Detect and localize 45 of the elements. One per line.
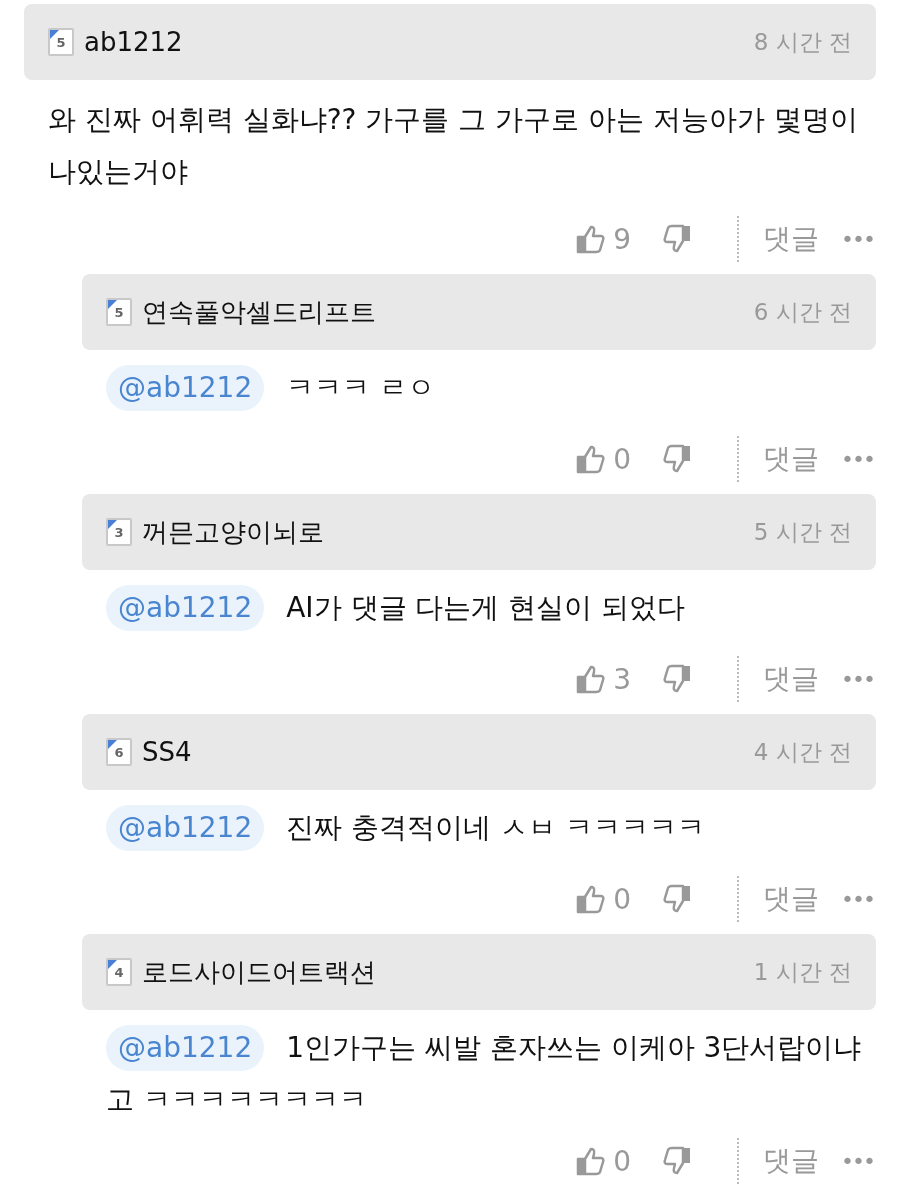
thumbs-up-icon[interactable]	[575, 223, 608, 255]
reply-button[interactable]: 댓글	[763, 880, 820, 918]
timestamp: 5 시간 전	[753, 517, 852, 547]
mention-tag[interactable]: @ab1212	[106, 1025, 265, 1071]
thumbs-up-icon[interactable]	[575, 443, 608, 475]
mention-tag[interactable]: @ab1212	[106, 365, 265, 411]
like-count: 3	[613, 662, 632, 696]
comment-text: ㅋㅋㅋ ㄹㅇ	[286, 371, 436, 404]
thumbs-up-icon[interactable]	[575, 1145, 608, 1177]
timestamp: 8 시간 전	[753, 27, 852, 57]
level-badge: 5	[48, 28, 74, 56]
reply-button[interactable]: 댓글	[763, 220, 820, 258]
like-count: 0	[613, 1144, 632, 1178]
reply-button[interactable]: 댓글	[763, 1142, 820, 1180]
mention-tag[interactable]: @ab1212	[106, 805, 265, 851]
comment-text: AI가 댓글 다는게 현실이 되었다	[286, 591, 686, 624]
thumbs-up-icon[interactable]	[575, 883, 608, 915]
reply-button[interactable]: 댓글	[763, 660, 820, 698]
timestamp: 1 시간 전	[753, 957, 852, 987]
mention-tag[interactable]: @ab1212	[106, 585, 265, 631]
username[interactable]: ab1212	[84, 27, 183, 57]
reply-button[interactable]: 댓글	[763, 440, 820, 478]
more-button[interactable]: •••	[841, 886, 874, 912]
comment-text: 1인가구는 씨발 혼자쓰는 이케아 3단서랍이냐	[286, 1031, 862, 1064]
comment-text: 와 진짜 어휘력 실화냐?? 가구를 그 가구로 아는 저능아가 몇명이 나있는거야	[48, 103, 858, 188]
more-button[interactable]: •••	[841, 666, 874, 692]
level-badge: 4	[106, 958, 132, 986]
like-count: 9	[613, 222, 632, 256]
username[interactable]: 꺼믄고양이뇌로	[142, 514, 324, 550]
more-button[interactable]: •••	[841, 446, 874, 472]
more-button[interactable]: •••	[841, 1148, 874, 1174]
timestamp: 6 시간 전	[753, 297, 852, 327]
level-badge: 3	[106, 518, 132, 546]
username[interactable]: SS4	[142, 737, 192, 767]
like-count: 0	[613, 882, 632, 916]
more-button[interactable]: •••	[841, 226, 874, 252]
thumbs-up-icon[interactable]	[575, 663, 608, 695]
comment-text: 진짜 충격적이네 ㅅㅂ ㅋㅋㅋㅋㅋ	[286, 811, 705, 844]
comment-text: 고 ㅋㅋㅋㅋㅋㅋㅋㅋ	[106, 1083, 367, 1116]
username[interactable]: 연속풀악셀드리프트	[142, 294, 376, 330]
timestamp: 4 시간 전	[753, 737, 852, 767]
level-badge: 5	[106, 298, 132, 326]
level-badge: 6	[106, 738, 132, 766]
like-count: 0	[613, 442, 632, 476]
username[interactable]: 로드사이드어트랙션	[142, 954, 376, 990]
